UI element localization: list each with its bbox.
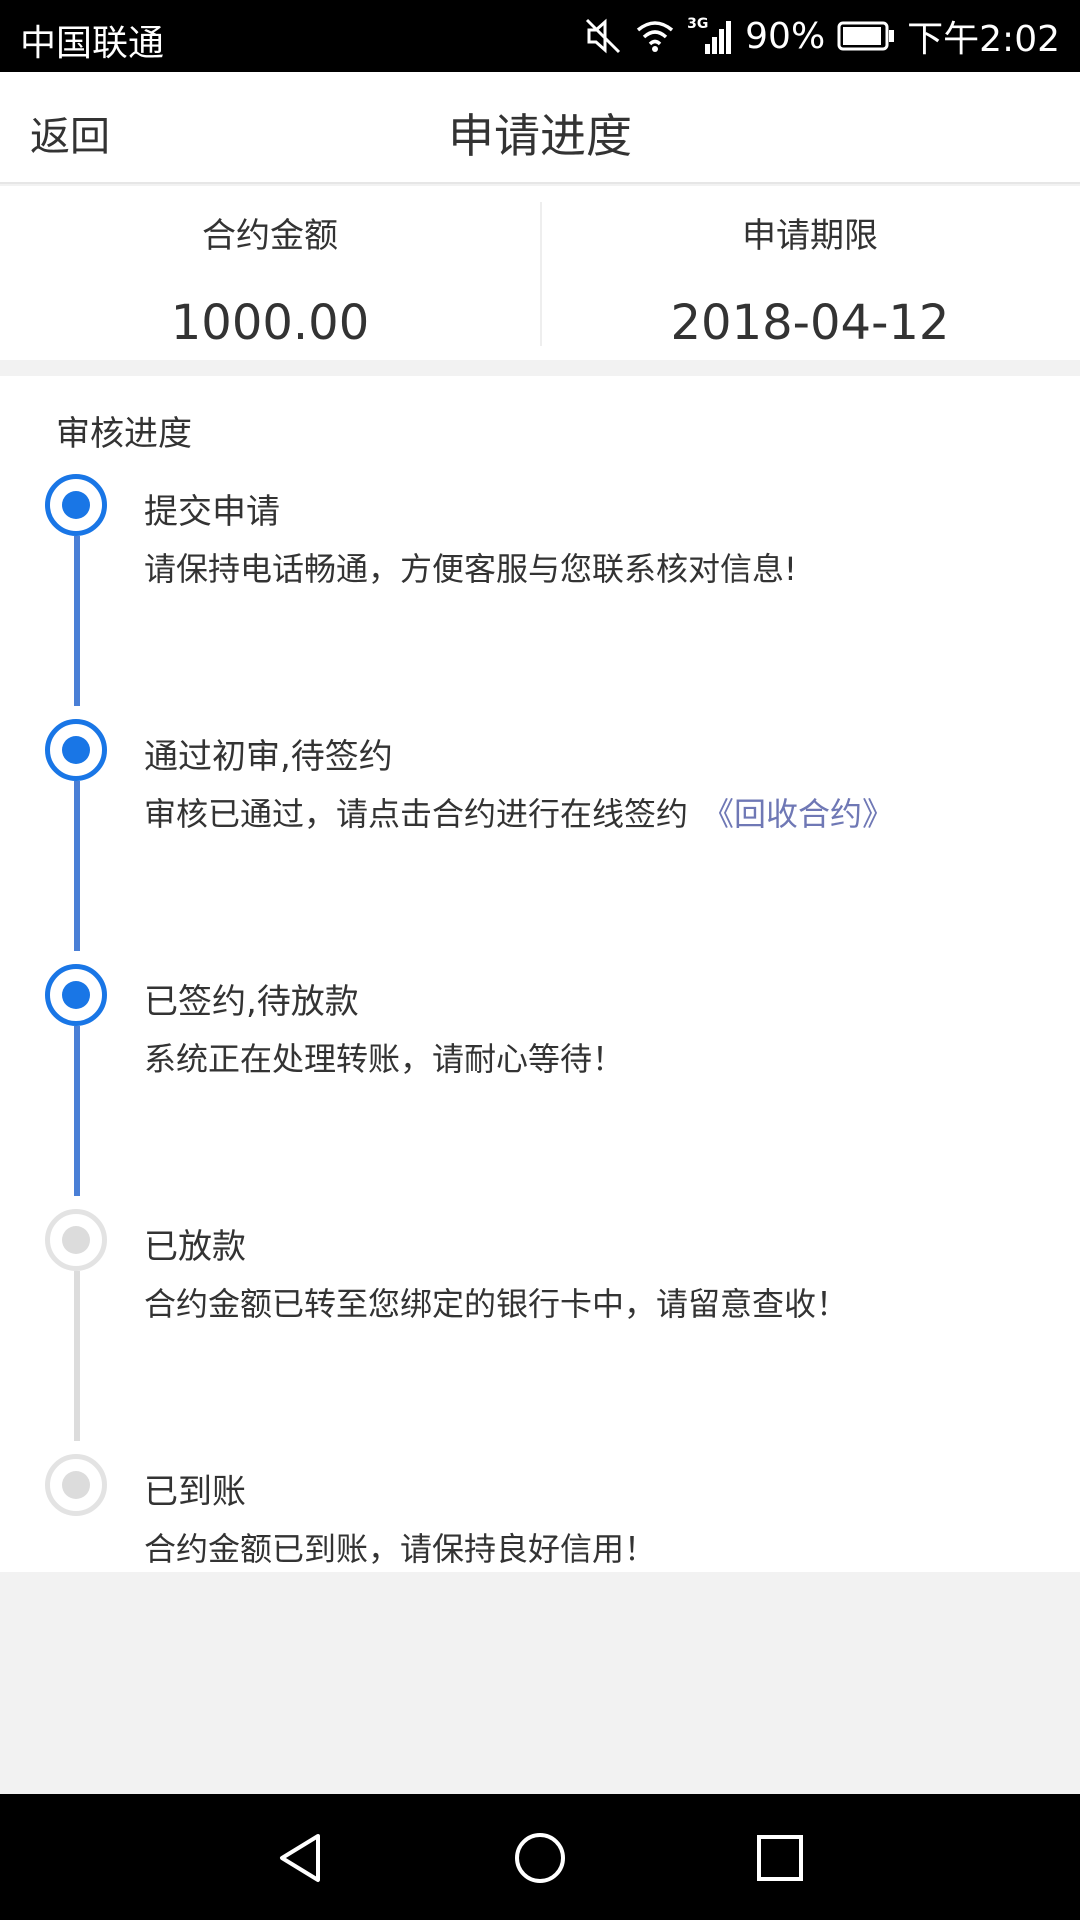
step-title: 已到账 <box>144 1472 246 1512</box>
page-title: 申请进度 <box>448 109 632 163</box>
step-title: 通过初审,待签约 <box>144 737 393 777</box>
amount-block: 合约金额 1000.00 <box>0 186 540 360</box>
review-progress: 审核进度 提交申请 请保持电话畅通，方便客服与您联系核对信息! 通过初审,待签约… <box>0 376 1080 1572</box>
timeline-connector <box>74 781 80 951</box>
step-desc-row: 审核已通过，请点击合约进行在线签约 《回收合约》 <box>144 789 894 835</box>
step-desc: 审核已通过，请点击合约进行在线签约 <box>144 795 689 833</box>
step-title: 提交申请 <box>144 492 280 532</box>
system-nav-bar <box>0 1794 1080 1920</box>
contract-link[interactable]: 《回收合约》 <box>702 795 894 833</box>
battery-percent: 90% <box>745 15 826 57</box>
status-bar: 中国联通 3G 90% 下午2:02 <box>0 0 1080 72</box>
screen: 中国联通 3G 90% 下午2:02 返回 申请进度 合约金额 1000.00 … <box>0 0 1080 1920</box>
nav-bar: 返回 申请进度 <box>0 72 1080 184</box>
step-complete-dot-icon <box>45 474 107 536</box>
step-complete-dot-icon <box>45 719 107 781</box>
signal-icon: 3G <box>687 16 733 56</box>
step-desc: 系统正在处理转账，请耐心等待！ <box>144 1040 625 1078</box>
status-icons: 3G 90% 下午2:02 <box>583 12 1060 60</box>
step-desc: 请保持电话畅通，方便客服与您联系核对信息! <box>144 550 797 588</box>
wifi-icon <box>637 21 674 52</box>
battery-icon <box>837 21 895 51</box>
back-triangle-icon[interactable] <box>272 1830 328 1886</box>
step-complete-dot-icon <box>45 964 107 1026</box>
timeline-connector <box>74 1271 80 1441</box>
term-label: 申请期限 <box>742 216 878 256</box>
timeline-connector <box>74 1026 80 1196</box>
amount-label: 合约金额 <box>202 216 338 256</box>
step-pending-dot-icon <box>45 1454 107 1516</box>
step-desc: 合约金额已转至您绑定的银行卡中，请留意查收！ <box>144 1285 849 1323</box>
carrier-name: 中国联通 <box>20 23 165 64</box>
clock: 下午2:02 <box>907 19 1060 60</box>
home-circle-icon[interactable] <box>512 1830 568 1886</box>
timeline-connector <box>74 536 80 706</box>
mute-icon <box>586 18 621 54</box>
amount-value: 1000.00 <box>170 295 370 351</box>
term-block: 申请期限 2018-04-12 <box>540 186 1080 360</box>
section-title: 审核进度 <box>56 414 192 454</box>
step-title: 已放款 <box>144 1227 246 1267</box>
recents-square-icon[interactable] <box>752 1830 808 1886</box>
step-title: 已签约,待放款 <box>144 982 359 1022</box>
step-desc: 合约金额已到账，请保持良好信用！ <box>144 1530 657 1568</box>
contract-summary: 合约金额 1000.00 申请期限 2018-04-12 <box>0 186 1080 360</box>
term-value: 2018-04-12 <box>670 295 950 351</box>
step-pending-dot-icon <box>45 1209 107 1271</box>
